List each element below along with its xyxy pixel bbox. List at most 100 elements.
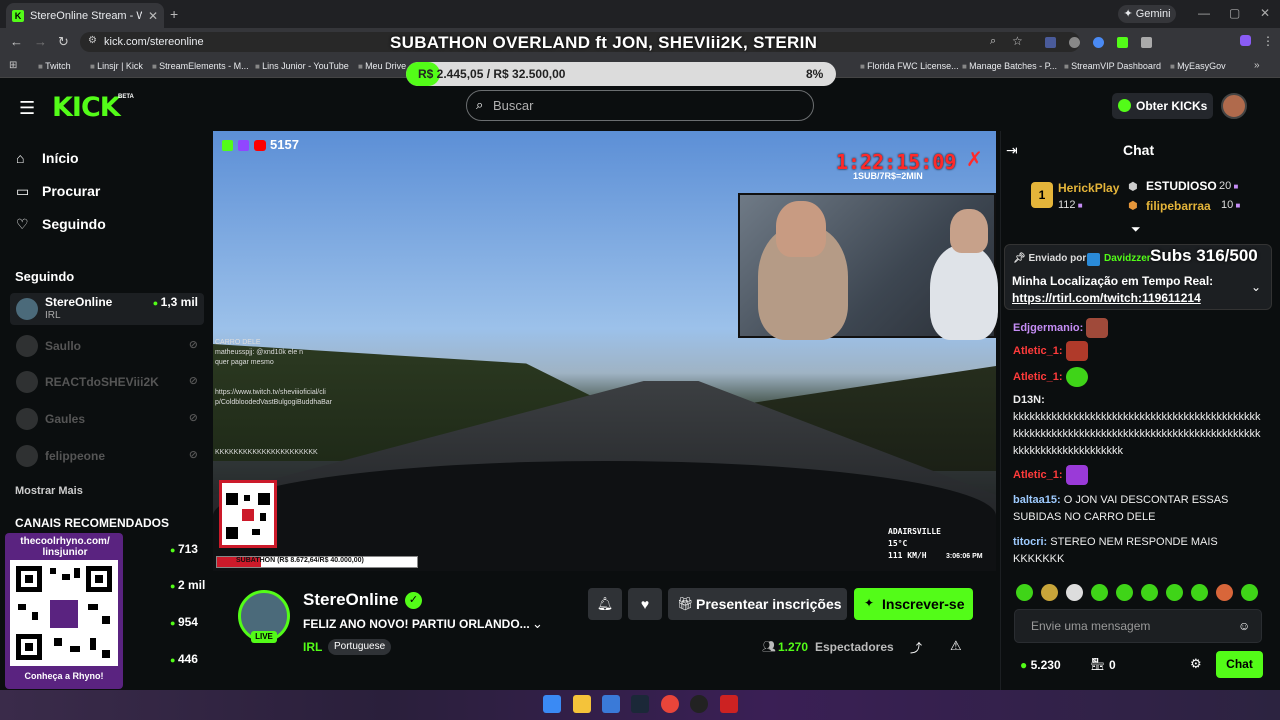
verified-icon: ✓ bbox=[405, 592, 422, 609]
chat-username[interactable]: Atletic_1: bbox=[1013, 469, 1063, 481]
more-bookmarks-icon[interactable]: » bbox=[1254, 60, 1260, 71]
close-window-icon[interactable]: ✕ bbox=[1260, 6, 1270, 20]
bookmark-item[interactable]: StreamVIP Dashboard bbox=[1064, 61, 1161, 71]
chat-username[interactable]: Atletic_1: bbox=[1013, 345, 1063, 357]
chat-username[interactable]: Edjgermanio: bbox=[1013, 322, 1083, 334]
apps-grid-icon[interactable]: ⊞ bbox=[9, 60, 17, 71]
emote-icon[interactable] bbox=[1091, 584, 1108, 601]
pinned-sender-name[interactable]: Davidzzer bbox=[1104, 253, 1151, 264]
chat-settings-gear-icon[interactable]: ⚙ bbox=[1190, 656, 1202, 672]
site-info-icon[interactable]: ⚙ bbox=[88, 35, 97, 46]
bookmark-item[interactable]: StreamElements - M... bbox=[152, 61, 249, 71]
channel-points[interactable]: 5.230 bbox=[1020, 658, 1061, 672]
bookmark-item[interactable]: Lins Junior - YouTube bbox=[255, 61, 349, 71]
back-icon[interactable]: ← bbox=[10, 34, 23, 49]
leaderboard-name[interactable]: filipebarraa bbox=[1146, 199, 1211, 213]
recommended-viewers[interactable]: 713 bbox=[170, 542, 198, 556]
gift-subs-button[interactable]: Presentear inscrições bbox=[668, 588, 847, 620]
bookmark-item[interactable]: Florida FWC License... bbox=[860, 61, 959, 71]
chevron-down-icon[interactable]: ⌄ bbox=[532, 616, 543, 632]
forward-icon[interactable]: → bbox=[34, 34, 47, 49]
tab-close-icon[interactable]: ✕ bbox=[148, 9, 158, 23]
emoji-picker-icon[interactable]: ☺ bbox=[1238, 619, 1250, 633]
overlay-chat-line: matheusspjj: @xnd10k ele n bbox=[215, 349, 304, 356]
nav-following[interactable]: ♡ Seguindo bbox=[16, 216, 106, 233]
chrome-icon[interactable] bbox=[661, 695, 679, 713]
zoom-icon[interactable]: ⌕ bbox=[990, 35, 996, 48]
profile-icon[interactable] bbox=[1240, 35, 1251, 46]
steam-icon[interactable] bbox=[631, 695, 649, 713]
notification-bell-button[interactable]: 🔔︎ bbox=[588, 588, 622, 620]
mail-icon[interactable] bbox=[602, 695, 620, 713]
recommended-viewers[interactable]: 2 mil bbox=[170, 578, 205, 592]
bookmark-item[interactable]: Twitch bbox=[38, 61, 71, 71]
leaderboard-value: 10 bbox=[1221, 199, 1240, 211]
collapse-chat-icon[interactable]: ⇥ bbox=[1006, 142, 1018, 159]
pinned-user-badge-icon bbox=[1087, 253, 1100, 266]
sidebar-channel-reactdosheviii2k[interactable]: REACTdoSHEViii2K ⊘ bbox=[10, 366, 204, 398]
chat-username[interactable]: Atletic_1: bbox=[1013, 371, 1063, 383]
recommended-viewers[interactable]: 954 bbox=[170, 615, 198, 629]
bookmark-item[interactable]: Manage Batches - P... bbox=[962, 61, 1057, 71]
chat-username[interactable]: baltaa15: bbox=[1013, 494, 1061, 506]
kick-favicon-icon: K bbox=[12, 9, 24, 22]
bookmark-item[interactable]: MyEasyGov bbox=[1170, 61, 1226, 71]
emote-icon[interactable] bbox=[1166, 584, 1183, 601]
emote-icon[interactable] bbox=[1116, 584, 1133, 601]
channel-name: felippeone bbox=[45, 449, 106, 463]
tab-title: StereOnline Stream - Watch bbox=[30, 9, 142, 22]
store-icon[interactable]: 🏪︎ bbox=[1090, 657, 1105, 671]
share-icon[interactable]: ⤴ bbox=[910, 639, 922, 656]
emote-icon[interactable] bbox=[1241, 584, 1258, 601]
report-icon[interactable]: ⚠ bbox=[950, 638, 962, 654]
maximize-icon[interactable]: ▢ bbox=[1229, 6, 1240, 20]
sidebar-channel-stereonline[interactable]: StereOnline IRL 1,3 mil bbox=[10, 293, 204, 325]
gemini-button[interactable]: ✦ Gemini bbox=[1118, 5, 1176, 23]
bookmark-item[interactable]: Linsjr | Kick bbox=[90, 61, 143, 71]
heart-icon: ♡ bbox=[16, 216, 29, 232]
extension-icons[interactable] bbox=[1045, 37, 1195, 49]
emote-icon[interactable] bbox=[1016, 584, 1033, 601]
sidebar-channel-saullo[interactable]: Saullo ⊘ bbox=[10, 330, 204, 362]
expand-leaderboard-icon[interactable]: ⏷ bbox=[1131, 222, 1141, 237]
minimize-icon[interactable]: — bbox=[1198, 6, 1210, 20]
recommended-viewers[interactable]: 446 bbox=[170, 652, 198, 666]
sidebar-channel-felippeone[interactable]: felippeone ⊘ bbox=[10, 440, 204, 472]
reload-icon[interactable]: ↻ bbox=[58, 34, 69, 50]
nav-home[interactable]: ⌂ Início bbox=[16, 150, 79, 166]
chat-username[interactable]: D13N: bbox=[1013, 394, 1045, 406]
show-more-link[interactable]: Mostrar Mais bbox=[15, 485, 83, 497]
sidebar-channel-gaules[interactable]: Gaules ⊘ bbox=[10, 403, 204, 435]
emote-icon[interactable] bbox=[1216, 584, 1233, 601]
kick-logo[interactable]: KICK bbox=[52, 92, 121, 123]
nav-browse[interactable]: ▭ Procurar bbox=[16, 183, 100, 200]
windows-start-icon[interactable] bbox=[543, 695, 561, 713]
webcam-person bbox=[950, 209, 988, 253]
menu-dots-icon[interactable]: ⋮ bbox=[1262, 34, 1274, 48]
emote-icon[interactable] bbox=[1066, 584, 1083, 601]
follow-button[interactable]: ♥ bbox=[628, 588, 662, 620]
pinned-message-link[interactable]: https://rtirl.com/twitch:119611214 bbox=[1012, 291, 1201, 305]
browser-tab[interactable]: K StereOnline Stream - Watch ✕ bbox=[6, 3, 164, 28]
chevron-down-icon[interactable]: ⌄ bbox=[1251, 280, 1261, 294]
send-chat-button[interactable]: Chat bbox=[1216, 651, 1263, 678]
file-explorer-icon[interactable] bbox=[573, 695, 591, 713]
webcam-person bbox=[930, 245, 998, 340]
emote-icon[interactable] bbox=[1191, 584, 1208, 601]
leaderboard-name[interactable]: HerickPlay bbox=[1058, 181, 1119, 195]
bookmark-item[interactable]: Meu Drive bbox=[358, 61, 406, 71]
obs-icon[interactable] bbox=[690, 695, 708, 713]
new-tab-button[interactable]: + bbox=[170, 6, 178, 22]
user-avatar[interactable] bbox=[1221, 93, 1247, 119]
emote-icon[interactable] bbox=[1141, 584, 1158, 601]
streamer-name[interactable]: StereOnline bbox=[303, 590, 398, 610]
emote-icon[interactable] bbox=[1041, 584, 1058, 601]
chat-message-input[interactable]: Envie uma mensagem bbox=[1014, 609, 1262, 643]
language-tag[interactable]: Portuguese bbox=[328, 639, 392, 655]
bookmark-star-icon[interactable]: ☆ bbox=[1012, 34, 1023, 48]
hamburger-menu-icon[interactable]: ☰ bbox=[19, 98, 35, 119]
app-icon[interactable] bbox=[720, 695, 738, 713]
stream-category[interactable]: IRL bbox=[303, 640, 322, 654]
chat-username[interactable]: titocri: bbox=[1013, 536, 1047, 548]
leaderboard-name[interactable]: ESTUDIOSO bbox=[1146, 179, 1217, 193]
